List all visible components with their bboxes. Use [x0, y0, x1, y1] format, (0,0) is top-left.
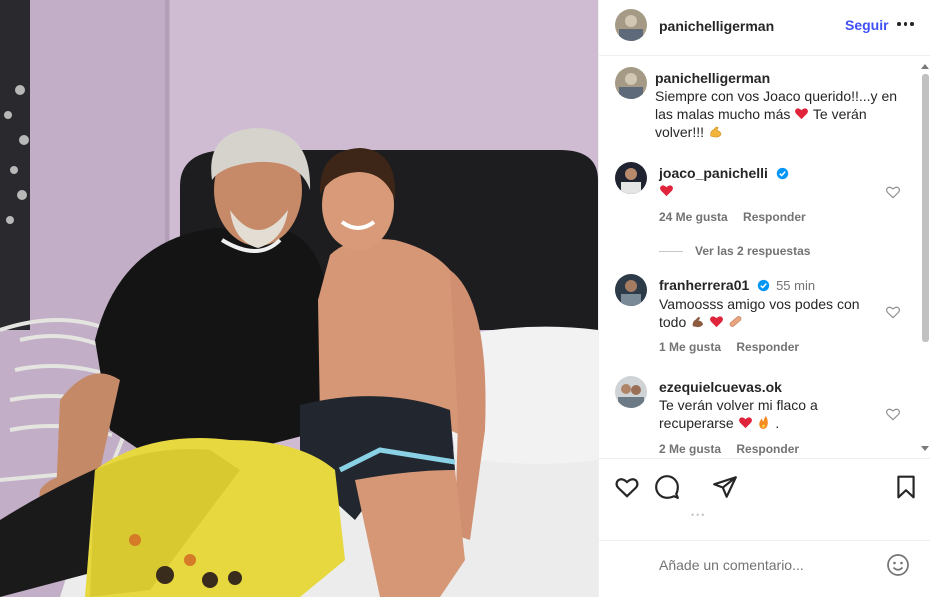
- bookmark-icon[interactable]: [893, 474, 919, 500]
- caption-avatar[interactable]: [615, 67, 647, 99]
- caption-username[interactable]: panichelligerman: [655, 70, 770, 86]
- comment-likes[interactable]: 2 Me gusta: [659, 442, 721, 456]
- scroll-down-arrow-icon[interactable]: [921, 446, 929, 451]
- reply-button[interactable]: Responder: [736, 442, 799, 456]
- red-heart-icon: [795, 108, 809, 120]
- author-username[interactable]: panichelligerman: [659, 18, 774, 34]
- loading-dots: •••: [691, 510, 707, 520]
- reply-button[interactable]: Responder: [743, 210, 806, 224]
- comment-likes[interactable]: 24 Me gusta: [659, 210, 728, 224]
- comment-like-heart-icon[interactable]: [885, 406, 901, 422]
- comment-time: 55 min: [776, 278, 816, 293]
- flexed-biceps-icon: [692, 316, 704, 328]
- comments-list[interactable]: panichelligerman Siempre con vos Joaco q…: [599, 56, 930, 458]
- comment-username[interactable]: franherrera01: [659, 277, 749, 293]
- commenter-avatar[interactable]: [615, 274, 647, 306]
- comment-username[interactable]: joaco_panichelli: [659, 165, 768, 181]
- replies-divider: [659, 250, 683, 252]
- follow-button[interactable]: Seguir: [845, 17, 889, 33]
- comment-likes[interactable]: 1 Me gusta: [659, 340, 721, 354]
- commenter-avatar[interactable]: [615, 162, 647, 194]
- comment-like-heart-icon[interactable]: [885, 184, 901, 200]
- verified-badge-icon: [776, 167, 789, 180]
- paper-plane-icon[interactable]: [712, 474, 738, 500]
- comment-trail: .: [775, 415, 780, 431]
- post-image: [0, 0, 598, 597]
- post-photo[interactable]: [0, 0, 598, 597]
- fire-icon: [759, 415, 769, 430]
- action-bar: •••: [599, 458, 930, 520]
- author-avatar[interactable]: [615, 9, 647, 41]
- comment-text: Vamoosss amigo vos podes con todo: [659, 296, 860, 330]
- smiley-icon[interactable]: [886, 553, 910, 577]
- view-replies-button[interactable]: Ver las 2 respuestas: [659, 244, 810, 258]
- red-heart-icon: [660, 185, 673, 197]
- verified-badge-icon: [757, 279, 770, 292]
- comments-scrollbar[interactable]: [919, 62, 929, 458]
- scroll-up-arrow-icon[interactable]: [921, 64, 929, 69]
- reply-button[interactable]: Responder: [736, 340, 799, 354]
- red-heart-icon: [738, 417, 752, 429]
- red-heart-icon: [710, 316, 723, 328]
- flexed-biceps-icon: [710, 126, 722, 138]
- add-comment-bar: [599, 540, 930, 597]
- comment-bubble-icon[interactable]: [654, 474, 680, 500]
- comment-like-heart-icon[interactable]: [885, 304, 901, 320]
- comment-input[interactable]: [659, 555, 879, 575]
- comment-username[interactable]: ezequielcuevas.ok: [659, 379, 782, 395]
- post-panel: panichelligerman Seguir panichelligerman…: [598, 0, 930, 597]
- view-replies-label[interactable]: Ver las 2 respuestas: [695, 244, 810, 258]
- post-header: panichelligerman Seguir: [599, 0, 930, 56]
- commenter-avatar[interactable]: [615, 376, 647, 408]
- heart-outline-icon[interactable]: [614, 474, 640, 500]
- bandage-icon: [729, 316, 742, 327]
- scroll-thumb[interactable]: [922, 74, 929, 342]
- more-dots-icon[interactable]: [897, 16, 917, 32]
